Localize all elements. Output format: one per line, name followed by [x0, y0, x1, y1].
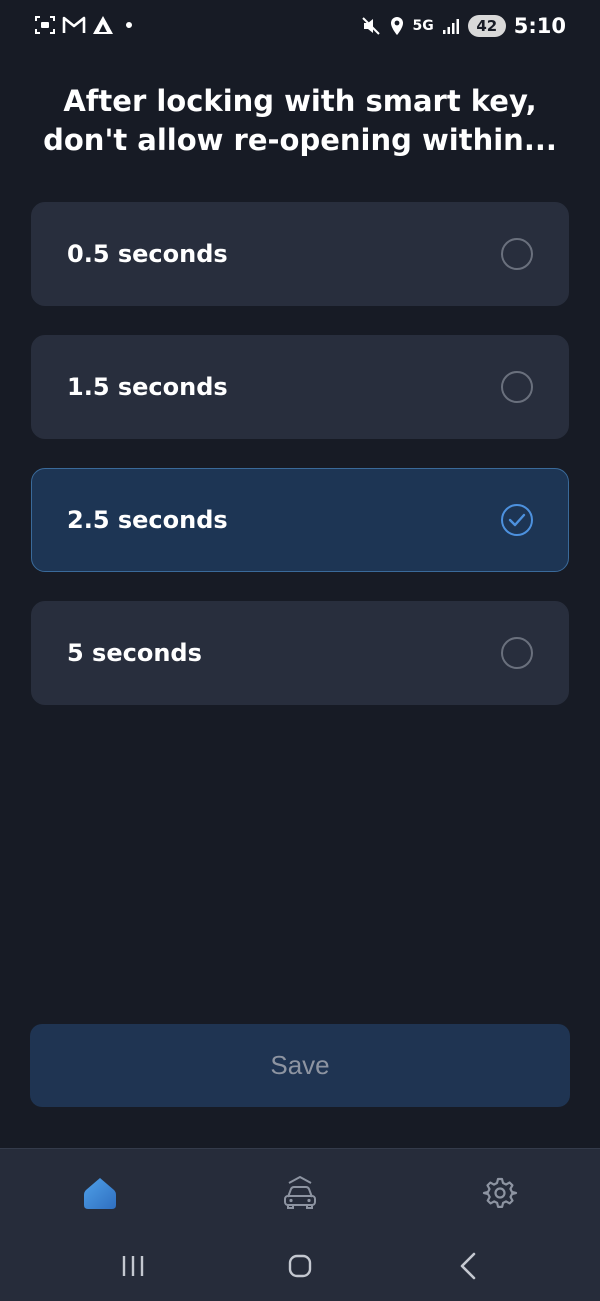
back-button[interactable] [448, 1246, 488, 1286]
option-label: 5 seconds [67, 639, 202, 667]
radio-unchecked-icon[interactable] [501, 371, 533, 403]
radio-unchecked-icon[interactable] [501, 238, 533, 270]
option-2-5-seconds[interactable]: 2.5 seconds [31, 468, 569, 572]
car-icon [284, 1176, 316, 1209]
option-label: 1.5 seconds [67, 373, 228, 401]
dot-icon [126, 22, 132, 28]
save-button[interactable]: Save [30, 1024, 570, 1107]
checkmark-icon [508, 513, 526, 527]
nav-settings[interactable] [480, 1173, 520, 1213]
system-nav-bar [0, 1238, 600, 1300]
gmail-icon [62, 16, 86, 33]
option-5-seconds[interactable]: 5 seconds [31, 601, 569, 705]
option-0-5-seconds[interactable]: 0.5 seconds [31, 202, 569, 306]
signal-icon [442, 19, 459, 34]
location-icon [390, 17, 403, 35]
battery-badge: 42 [467, 15, 506, 37]
option-label: 0.5 seconds [67, 240, 228, 268]
options-list: 0.5 seconds 1.5 seconds 2.5 seconds 5 se… [31, 202, 569, 734]
mute-icon [361, 17, 380, 35]
radio-checked-icon[interactable] [501, 504, 533, 536]
network-type: 5G [412, 18, 434, 34]
option-label: 2.5 seconds [67, 506, 228, 534]
nav-home[interactable] [80, 1173, 120, 1213]
recents-icon [122, 1256, 144, 1276]
option-1-5-seconds[interactable]: 1.5 seconds [31, 335, 569, 439]
app-icon [93, 16, 113, 34]
radio-unchecked-icon[interactable] [501, 637, 533, 669]
status-left-icons [34, 14, 132, 36]
recents-button[interactable] [113, 1246, 153, 1286]
nav-vehicle[interactable] [280, 1173, 320, 1213]
back-icon [460, 1252, 476, 1280]
page-title: After locking with smart key, don't allo… [43, 84, 557, 157]
status-bar: 5G 42 5:10 [0, 0, 600, 56]
home-icon [84, 1178, 116, 1209]
home-button[interactable] [280, 1246, 320, 1286]
home-button-icon [288, 1254, 312, 1278]
status-time: 5:10 [513, 14, 566, 38]
status-right-icons: 5G 42 5:10 [361, 14, 566, 38]
gear-icon [482, 1177, 518, 1208]
screenshot-icon [35, 16, 55, 34]
